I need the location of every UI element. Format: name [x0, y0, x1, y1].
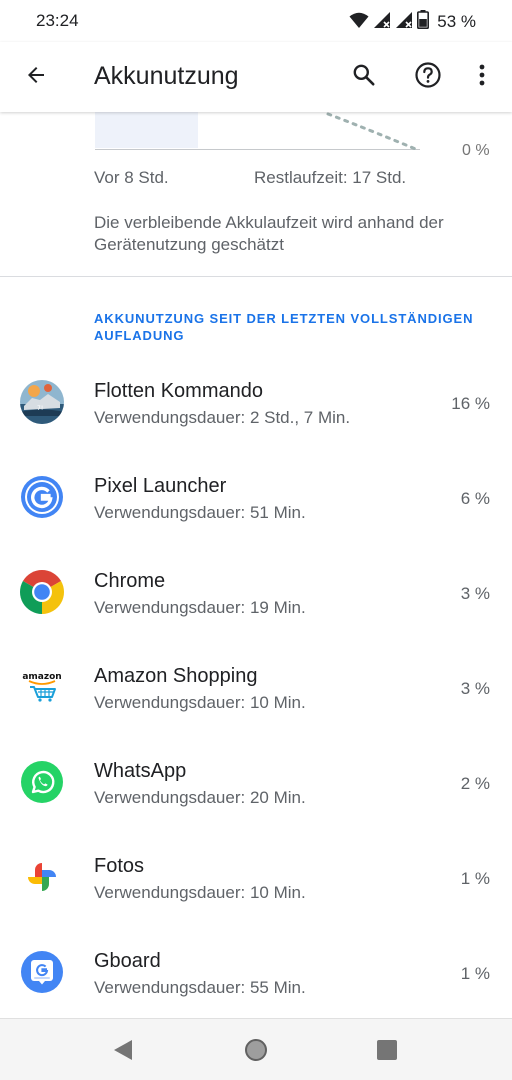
app-usage-time: Verwendungsdauer: 19 Min. — [94, 598, 306, 617]
app-bar: Akkunutzung — [0, 42, 512, 112]
estimate-note: Die verbleibende Akkulaufzeit wird anhan… — [94, 213, 444, 254]
app-name: Chrome — [94, 570, 166, 592]
back-button[interactable] — [18, 59, 54, 95]
nav-home-icon[interactable] — [244, 1038, 268, 1067]
app-name: Pixel Launcher — [94, 475, 227, 497]
app-usage-time: Verwendungsdauer: 20 Min. — [94, 788, 306, 807]
app-row-pixel-launcher[interactable]: Pixel Launcher Verwendungsdauer: 51 Min.… — [0, 451, 512, 546]
status-bar: 23:24 53 % — [0, 0, 512, 42]
app-battery-percent: 16 % — [451, 394, 490, 413]
app-battery-percent: 2 % — [460, 774, 490, 793]
system-nav-bar — [0, 1018, 512, 1080]
app-usage-time: Verwendungsdauer: 10 Min. — [94, 693, 306, 712]
section-header: AKKUNUTZUNG SEIT DER LETZTEN VOLLSTÄNDIG… — [94, 311, 474, 343]
search-button[interactable] — [346, 59, 382, 95]
help-icon — [414, 61, 442, 94]
app-battery-percent: 1 % — [460, 869, 490, 888]
app-battery-percent: 6 % — [460, 489, 490, 508]
app-name: Gboard — [94, 950, 161, 972]
battery-percent: 53 % — [437, 12, 476, 31]
section-divider — [0, 276, 512, 277]
svg-text:7!: 7! — [37, 405, 43, 412]
app-row-whatsapp[interactable]: WhatsApp Verwendungsdauer: 20 Min. 2 % — [0, 736, 512, 831]
wifi-icon — [349, 11, 369, 34]
status-icons: 53 % — [349, 10, 476, 34]
app-name: WhatsApp — [94, 760, 187, 782]
app-row-amazon-shopping[interactable]: amazon Amazon Shopping Verwendungsdauer:… — [0, 641, 512, 736]
app-name: Amazon Shopping — [94, 665, 258, 687]
app-row-chrome[interactable]: Chrome Verwendungsdauer: 19 Min. 3 % — [0, 546, 512, 641]
battery-icon — [417, 10, 430, 34]
page-title: Akkunutzung — [94, 62, 239, 90]
svg-text:amazon: amazon — [22, 672, 61, 682]
app-name: Flotten Kommando — [94, 380, 263, 402]
app-row-gboard[interactable]: Gboard Verwendungsdauer: 55 Min. 1 % — [0, 926, 512, 1021]
signal-icon — [395, 11, 413, 34]
whatsapp-icon — [21, 761, 63, 803]
status-time: 23:24 — [36, 11, 79, 30]
app-usage-time: Verwendungsdauer: 55 Min. — [94, 978, 306, 997]
app-usage-time: Verwendungsdauer: 10 Min. — [94, 883, 306, 902]
chrome-icon — [20, 570, 64, 614]
app-row-fotos[interactable]: Fotos Verwendungsdauer: 10 Min. 1 % — [0, 831, 512, 926]
back-arrow-icon — [24, 63, 48, 92]
more-options-button[interactable] — [466, 59, 498, 95]
help-button[interactable] — [410, 59, 446, 95]
google-g-icon — [21, 476, 63, 518]
app-usage-time: Verwendungsdauer: 2 Std., 7 Min. — [94, 408, 351, 427]
app-battery-percent: 3 % — [460, 679, 490, 698]
flotten-kommando-icon: 7! — [20, 380, 64, 424]
more-vert-icon — [478, 63, 486, 92]
graph-remaining-label: Restlaufzeit: 17 Std. — [254, 168, 407, 187]
graph-projection-line — [326, 112, 420, 152]
app-usage-time: Verwendungsdauer: 51 Min. — [94, 503, 306, 522]
amazon-icon: amazon — [22, 672, 62, 702]
app-battery-percent: 1 % — [460, 964, 490, 983]
app-name: Fotos — [94, 855, 145, 877]
photos-pinwheel-icon — [28, 863, 56, 891]
app-row-flotten-kommando[interactable]: 7! Flotten Kommando Verwendungsdauer: 2 … — [0, 356, 512, 451]
graph-history-fill — [95, 112, 198, 148]
battery-graph: 0 % Vor 8 Std. Restlaufzeit: 17 Std. Die… — [0, 112, 512, 282]
app-battery-percent: 3 % — [460, 584, 490, 603]
app-usage-list: 7! Flotten Kommando Verwendungsdauer: 2 … — [0, 356, 512, 1021]
graph-zero-label: 0 % — [462, 142, 490, 159]
gboard-icon — [21, 951, 63, 993]
signal-icon — [373, 11, 391, 34]
graph-start-label: Vor 8 Std. — [94, 168, 169, 187]
nav-back-icon[interactable] — [112, 1039, 134, 1066]
search-icon — [351, 62, 377, 93]
nav-recents-icon[interactable] — [377, 1040, 397, 1065]
